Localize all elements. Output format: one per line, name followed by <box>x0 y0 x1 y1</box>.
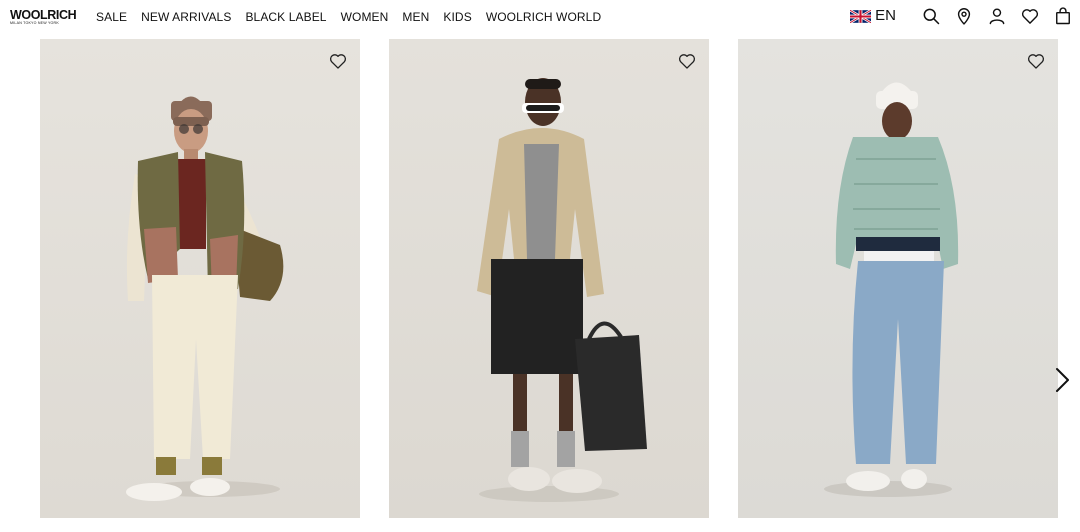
cart-icon[interactable] <box>1052 5 1074 27</box>
nav-item-new-arrivals[interactable]: NEW ARRIVALS <box>141 10 231 24</box>
heart-icon <box>678 54 696 69</box>
nav-item-kids[interactable]: KIDS <box>443 10 471 24</box>
wishlist-button[interactable] <box>328 51 348 71</box>
product-image-man-jacket <box>477 78 647 502</box>
product-card[interactable] <box>389 39 709 518</box>
nav-item-black-label[interactable]: BLACK LABEL <box>245 10 326 24</box>
logo-wordmark: WOOLRICH <box>10 8 77 22</box>
wishlist-button[interactable] <box>677 51 697 71</box>
account-icon[interactable] <box>986 5 1008 27</box>
nav-item-women[interactable]: WOMEN <box>341 10 389 24</box>
language-selector[interactable]: EN <box>850 8 896 24</box>
uk-flag-icon <box>850 9 872 23</box>
search-icon[interactable] <box>920 5 942 27</box>
carousel-next-button[interactable] <box>1050 366 1074 394</box>
heart-icon <box>1027 54 1045 69</box>
language-code: EN <box>875 7 896 24</box>
product-card[interactable] <box>738 39 1058 518</box>
product-image-woman-vest <box>126 96 284 501</box>
product-image-woman-puffer <box>824 82 959 497</box>
nav-item-men[interactable]: MEN <box>402 10 429 24</box>
nav-item-sale[interactable]: SALE <box>96 10 127 24</box>
product-card[interactable] <box>40 39 360 518</box>
wishlist-icon[interactable] <box>1019 5 1041 27</box>
main-nav: SALE NEW ARRIVALS BLACK LABEL WOMEN MEN … <box>96 10 601 24</box>
header-tools: EN <box>850 5 1074 27</box>
heart-icon <box>329 54 347 69</box>
chevron-right-icon <box>1056 368 1069 392</box>
site-header: WOOLRICH MILAN TOKYO NEW YORK SALE NEW A… <box>0 0 1080 36</box>
wishlist-button[interactable] <box>1026 51 1046 71</box>
store-locator-icon[interactable] <box>953 5 975 27</box>
woolrich-logo[interactable]: WOOLRICH MILAN TOKYO NEW YORK <box>10 9 84 26</box>
nav-item-woolrich-world[interactable]: WOOLRICH WORLD <box>486 10 601 24</box>
